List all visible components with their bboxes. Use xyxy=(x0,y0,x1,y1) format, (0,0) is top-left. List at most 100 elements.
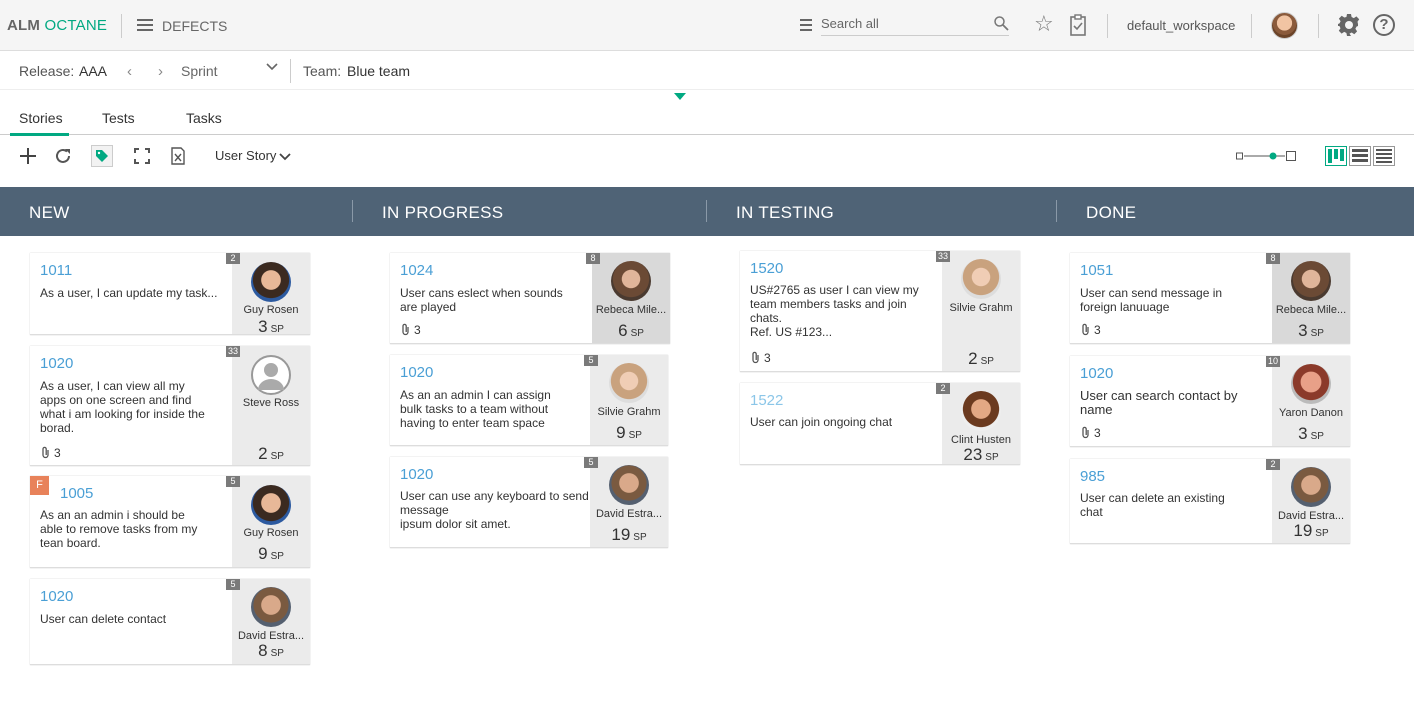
story-card[interactable]: 1024 User cans eslect when sounds are pl… xyxy=(390,253,670,344)
story-points: 23 SP xyxy=(963,445,999,464)
owner-panel: Clint Husten 23 SP xyxy=(942,383,1020,464)
story-points: 19 SP xyxy=(1293,521,1329,540)
attachments-count[interactable]: 3 xyxy=(1080,426,1101,440)
tab-stories[interactable]: Stories xyxy=(10,110,69,136)
story-title: User can join ongoing chat xyxy=(750,415,893,429)
story-card[interactable]: 1020 As an an admin I can assign bulk ta… xyxy=(390,355,668,446)
lane-divider xyxy=(1056,200,1057,222)
entity-type-chevron-down-icon[interactable] xyxy=(279,152,291,162)
rank-badge: 5 xyxy=(226,579,240,590)
sprint-selector[interactable]: Sprint xyxy=(181,63,218,79)
owner-avatar xyxy=(609,465,649,505)
story-card[interactable]: 1522 User can join ongoing chat Clint Hu… xyxy=(740,383,1020,465)
favorites-star-icon[interactable]: ☆ xyxy=(1034,13,1054,35)
story-card[interactable]: 1020 User can search contact by name 3 Y… xyxy=(1070,356,1350,447)
card-size-slider[interactable] xyxy=(1236,150,1296,162)
story-id[interactable]: 1020 xyxy=(400,466,433,483)
story-card[interactable]: 1520 US#2765 as user I can view my team … xyxy=(740,251,1020,372)
owner-name: Silvie Grahm xyxy=(597,406,661,418)
owner-panel: Silvie Grahm 2 SP xyxy=(942,251,1020,371)
rank-badge: 33 xyxy=(225,346,240,357)
tag-filter-icon[interactable] xyxy=(91,145,113,167)
story-id[interactable]: 1020 xyxy=(400,364,433,381)
lane-in-progress-title: IN PROGRESS xyxy=(382,203,504,222)
rank-badge: 5 xyxy=(584,457,598,468)
story-card[interactable]: 1020 As a user, I can view all my apps o… xyxy=(30,346,310,466)
owner-avatar xyxy=(251,485,291,525)
settings-gear-icon[interactable] xyxy=(1337,13,1361,37)
story-id[interactable]: 1005 xyxy=(60,485,93,502)
owner-name: Steve Ross xyxy=(242,397,300,409)
team-value[interactable]: Blue team xyxy=(347,63,410,79)
story-points: 9 SP xyxy=(616,423,642,442)
story-id[interactable]: 1011 xyxy=(40,262,72,279)
attachments-count[interactable]: 3 xyxy=(400,323,421,337)
owner-avatar xyxy=(1291,467,1331,507)
add-icon[interactable] xyxy=(17,145,39,167)
board-view-icon[interactable] xyxy=(1325,146,1347,166)
story-card[interactable]: 1011 As a user, I can update my task... … xyxy=(30,253,310,336)
owner-panel: Steve Ross 2 SP xyxy=(232,346,310,465)
attachments-count[interactable]: 3 xyxy=(1080,323,1101,337)
paperclip-icon xyxy=(1082,426,1089,439)
story-card[interactable]: 1020 User can delete contact David Estra… xyxy=(30,579,310,665)
story-id[interactable]: 1522 xyxy=(750,392,783,409)
story-card[interactable]: 1020 User can use any keyboard to send m… xyxy=(390,457,668,548)
lane-done-title: DONE xyxy=(1086,203,1137,222)
entity-type-selector[interactable]: User Story xyxy=(215,148,276,163)
divider xyxy=(121,14,122,38)
search-scope-icon[interactable] xyxy=(800,19,812,34)
grid-view-icon[interactable] xyxy=(1373,146,1395,166)
story-id[interactable]: 1024 xyxy=(400,262,433,279)
release-value[interactable]: AAA xyxy=(79,63,107,79)
owner-avatar xyxy=(961,259,1001,299)
owner-name: Rebeca Mile... xyxy=(1275,304,1347,316)
rank-badge: 2 xyxy=(1266,459,1280,470)
my-work-clipboard-icon[interactable] xyxy=(1069,14,1087,36)
divider xyxy=(1107,14,1108,38)
lane-new-title: NEW xyxy=(29,203,70,222)
story-points: 3 SP xyxy=(258,317,284,336)
hamburger-menu-icon[interactable] xyxy=(137,19,153,33)
app-logo[interactable]: ALM OCTANE xyxy=(7,17,107,34)
rank-badge: 2 xyxy=(226,253,240,264)
paperclip-icon xyxy=(752,351,759,364)
list-view-icon[interactable] xyxy=(1349,146,1371,166)
divider xyxy=(1251,14,1252,38)
story-title: User can delete an existing chat xyxy=(1080,491,1225,519)
story-card[interactable]: 985 User can delete an existing chat Dav… xyxy=(1070,459,1350,544)
story-title: User cans eslect when sounds are played xyxy=(400,286,563,314)
story-id[interactable]: 1020 xyxy=(40,588,73,605)
sprint-dropdown-chevron-icon[interactable] xyxy=(266,62,278,72)
next-sprint-chevron-icon[interactable]: › xyxy=(158,63,163,80)
help-icon[interactable]: ? xyxy=(1373,14,1395,36)
divider xyxy=(1318,14,1319,38)
fullscreen-icon[interactable] xyxy=(131,145,153,167)
previous-sprint-chevron-icon[interactable]: ‹ xyxy=(127,63,132,80)
export-excel-icon[interactable] xyxy=(167,145,189,167)
user-avatar[interactable] xyxy=(1271,12,1298,39)
owner-name: Silvie Grahm xyxy=(949,302,1013,314)
story-id[interactable]: 1520 xyxy=(750,260,783,277)
board-toolbar: User Story xyxy=(0,136,1414,176)
story-card[interactable]: F 1005 As an an admin i should be able t… xyxy=(30,476,310,568)
workspace-selector[interactable]: default_workspace xyxy=(1127,18,1235,33)
story-id[interactable]: 985 xyxy=(1080,468,1105,485)
tab-tasks[interactable]: Tasks xyxy=(186,110,222,126)
tab-tests[interactable]: Tests xyxy=(102,110,135,126)
story-id[interactable]: 1051 xyxy=(1080,262,1113,279)
owner-panel: Yaron Danon 3 SP xyxy=(1272,356,1350,446)
attachments-count[interactable]: 3 xyxy=(750,351,771,365)
paperclip-icon xyxy=(1082,323,1089,336)
story-card[interactable]: 1051 User can send message in foreign la… xyxy=(1070,253,1350,344)
story-id[interactable]: 1020 xyxy=(1080,365,1113,382)
search-icon[interactable] xyxy=(993,15,1009,31)
story-title: User can use any keyboard to send messag… xyxy=(400,489,589,531)
story-id[interactable]: 1020 xyxy=(40,355,73,372)
refresh-icon[interactable] xyxy=(52,145,74,167)
rank-badge: 8 xyxy=(1266,253,1280,264)
attachments-count[interactable]: 3 xyxy=(40,446,61,460)
collapse-filter-arrow-icon[interactable] xyxy=(674,93,686,100)
lane-divider xyxy=(706,200,707,222)
search-input[interactable] xyxy=(821,12,1009,36)
